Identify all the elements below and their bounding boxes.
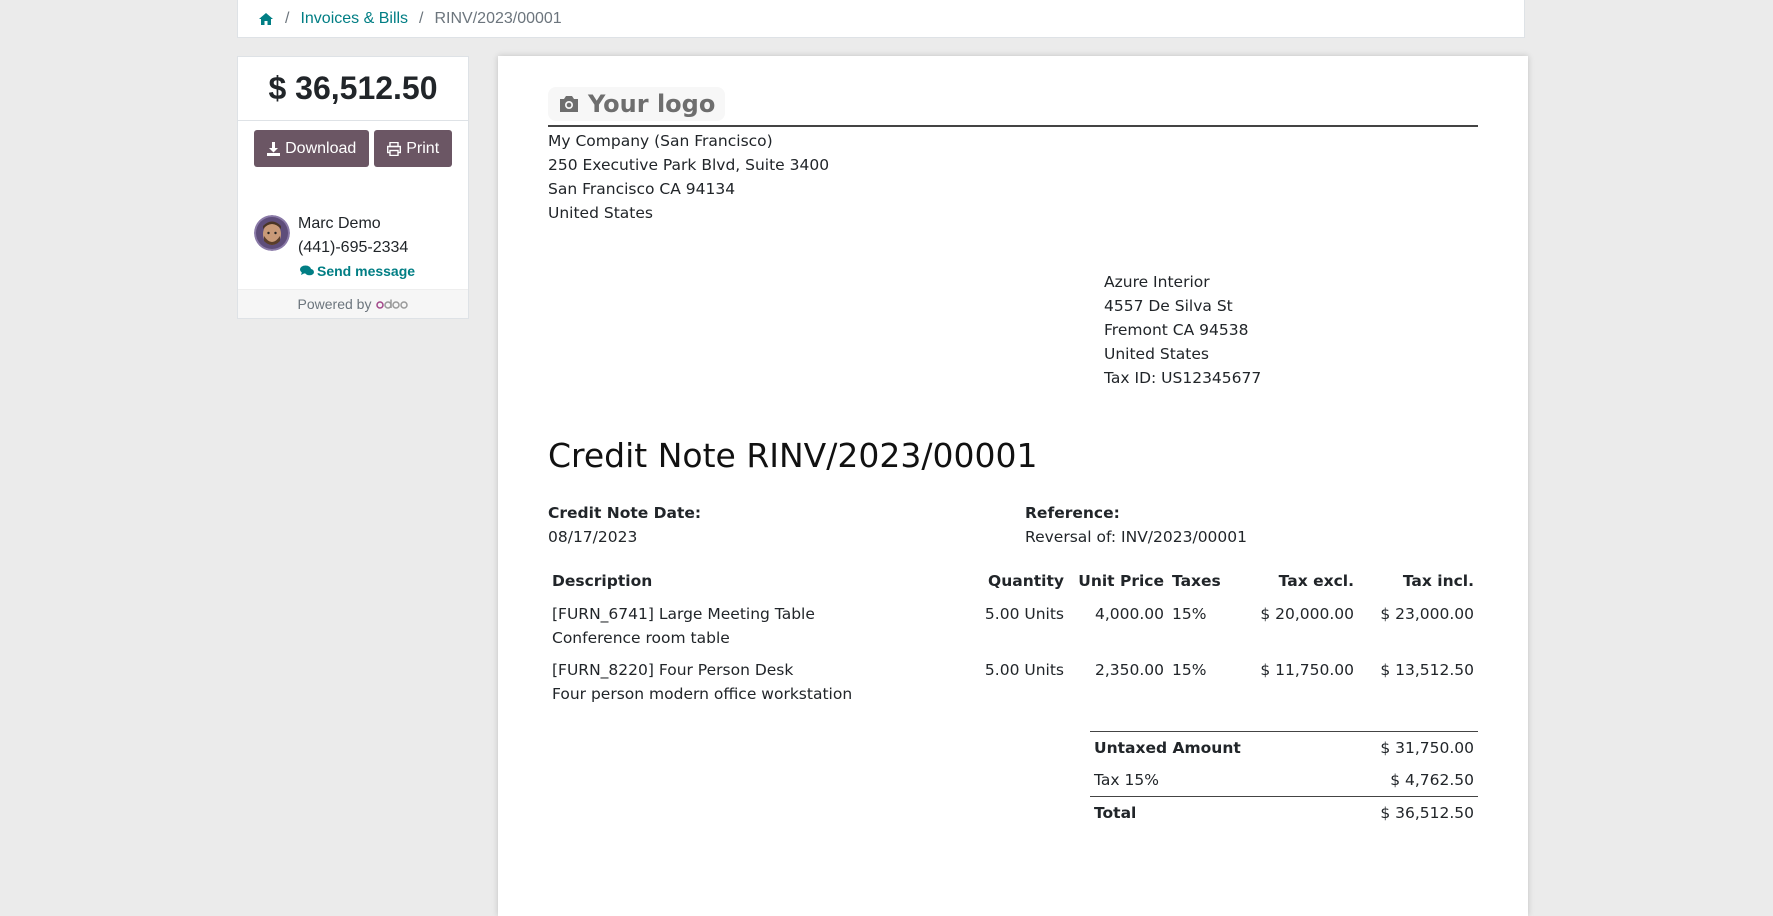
line-taxes: 15% (1172, 661, 1207, 679)
tax-label: Tax 15% (1094, 771, 1159, 789)
tax-id: Tax ID: US12345677 (1104, 369, 1262, 387)
total-label: Total (1090, 796, 1325, 829)
line-unit-price: 4,000.00 (1094, 605, 1164, 623)
invoice-document: Your logo My Company (San Francisco) 250… (498, 56, 1528, 916)
partner-address: Azure Interior 4557 De Silva St Fremont … (1104, 270, 1261, 390)
product-name: [FURN_8220] Four Person Desk (552, 661, 794, 679)
address-line: United States (1104, 345, 1209, 363)
reference-value: Reversal of: INV/2023/00001 (1025, 528, 1248, 546)
untaxed-label: Untaxed Amount (1094, 739, 1241, 757)
print-button[interactable]: Print (374, 130, 452, 167)
avatar (254, 215, 290, 251)
powered-by-footer: Powered by (238, 289, 468, 318)
credit-note-date: Credit Note Date: 08/17/2023 (548, 501, 701, 549)
salesperson-contact: Marc Demo (441)-695-2334 Send message (238, 212, 468, 282)
breadcrumb-separator: / (419, 9, 424, 27)
line-taxes: 15% (1172, 605, 1207, 623)
address-line: My Company (San Francisco) (548, 132, 773, 150)
total-value: $ 36,512.50 (1324, 796, 1478, 829)
document-title: Credit Note RINV/2023/00001 (548, 436, 1038, 475)
table-row: [FURN_8220] Four Person Desk Four person… (548, 654, 1478, 710)
print-label: Print (406, 139, 440, 157)
column-header: Unit Price (1078, 572, 1164, 590)
column-header: Taxes (1172, 572, 1221, 590)
logo-text: Your logo (588, 90, 716, 118)
home-icon[interactable] (258, 11, 274, 27)
invoice-lines-table: Description Quantity Unit Price Taxes Ta… (548, 566, 1478, 710)
tax-row: Tax 15% $ 4,762.50 (1090, 764, 1478, 797)
action-buttons: Download Print (238, 121, 468, 167)
line-tax-incl: $ 23,000.00 (1380, 605, 1474, 623)
line-tax-excl: $ 20,000.00 (1260, 605, 1354, 623)
download-label: Download (285, 139, 357, 157)
salesperson-phone: (441)-695-2334 (298, 239, 409, 256)
line-quantity: 5.00 Units (984, 605, 1064, 623)
header-logo-row: Your logo (548, 83, 1478, 127)
download-icon (267, 141, 281, 156)
download-button[interactable]: Download (254, 130, 370, 167)
address-line: United States (548, 204, 653, 222)
powered-by-label: Powered by (297, 296, 372, 312)
column-header: Quantity (988, 572, 1064, 590)
send-message-link[interactable]: Send message (300, 260, 415, 282)
untaxed-row: Untaxed Amount $ 31,750.00 (1090, 732, 1478, 765)
comments-icon (300, 265, 314, 276)
column-header: Tax incl. (1402, 572, 1474, 590)
address-line: 250 Executive Park Blvd, Suite 3400 (548, 156, 830, 174)
company-address: My Company (San Francisco) 250 Executive… (548, 129, 1478, 225)
amount-total: $ 36,512.50 (238, 57, 468, 121)
salesperson-name: Marc Demo (298, 215, 381, 232)
sidebar-card: $ 36,512.50 Download Print Marc Demo (44… (237, 56, 469, 319)
product-name: [FURN_6741] Large Meeting Table (552, 605, 815, 623)
tax-value: $ 4,762.50 (1390, 771, 1474, 789)
address-line: 4557 De Silva St (1104, 297, 1233, 315)
total-row: Total $ 36,512.50 (1090, 796, 1478, 829)
line-tax-excl: $ 11,750.00 (1260, 661, 1354, 679)
reference: Reference: Reversal of: INV/2023/00001 (1025, 501, 1247, 549)
address-line: Fremont CA 94538 (1104, 321, 1249, 339)
odoo-logo[interactable] (376, 298, 409, 310)
table-row: [FURN_6741] Large Meeting Table Conferen… (548, 598, 1478, 654)
print-icon (387, 141, 402, 156)
address-line: Azure Interior (1104, 273, 1210, 291)
table-header-row: Description Quantity Unit Price Taxes Ta… (548, 566, 1478, 598)
line-tax-incl: $ 13,512.50 (1380, 661, 1474, 679)
reference-label: Reference: (1025, 504, 1120, 522)
column-header: Tax excl. (1278, 572, 1354, 590)
date-value: 08/17/2023 (548, 528, 638, 546)
untaxed-value: $ 31,750.00 (1380, 739, 1474, 757)
camera-icon (560, 96, 578, 112)
send-message-label: Send message (317, 263, 416, 279)
line-unit-price: 2,350.00 (1094, 661, 1164, 679)
column-header: Description (552, 572, 653, 590)
line-description: [FURN_6741] Large Meeting Table Conferen… (548, 598, 968, 654)
line-quantity: 5.00 Units (984, 661, 1064, 679)
product-detail: Four person modern office workstation (552, 685, 853, 703)
totals-table: Untaxed Amount $ 31,750.00 Tax 15% $ 4,7… (1090, 731, 1478, 829)
line-description: [FURN_8220] Four Person Desk Four person… (548, 654, 968, 710)
breadcrumb-current: RINV/2023/00001 (434, 9, 562, 27)
breadcrumb-separator: / (285, 9, 290, 27)
company-logo: Your logo (548, 87, 726, 121)
breadcrumb: / Invoices & Bills / RINV/2023/00001 (237, 0, 1525, 38)
date-label: Credit Note Date: (548, 504, 702, 522)
product-detail: Conference room table (552, 629, 730, 647)
breadcrumb-invoices-link[interactable]: Invoices & Bills (300, 10, 408, 28)
address-line: San Francisco CA 94134 (548, 180, 736, 198)
